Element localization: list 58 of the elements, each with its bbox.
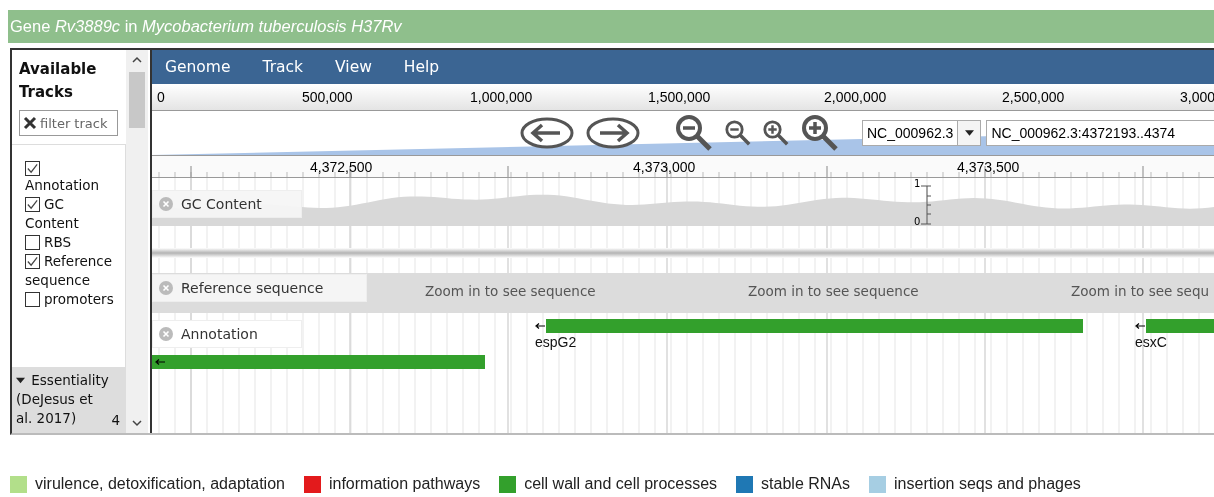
ruler-label: 1,500,000 (648, 89, 711, 105)
legend-label: cell wall and cell processes (524, 475, 718, 493)
menu-item[interactable]: Track (262, 58, 304, 76)
zoom-in-icon[interactable] (800, 113, 840, 153)
legend-label: virulence, detoxification, adaptation (35, 475, 285, 493)
track-label[interactable]: RBS (25, 233, 117, 252)
collapse-icon (16, 376, 25, 385)
track-label[interactable]: GC Content (25, 195, 117, 233)
ruler-label: 4,372,500 (310, 159, 373, 175)
checkbox[interactable] (25, 292, 40, 307)
gene-label: espG2 (535, 334, 577, 350)
ruler-label: 1,000,000 (470, 89, 533, 105)
scroll-thumb[interactable] (129, 72, 145, 128)
gene-label: esxC (1135, 334, 1167, 350)
clear-icon[interactable] (23, 116, 37, 130)
track-label[interactable]: Annotation (152, 320, 302, 348)
sequence-message: Zoom in to see sequence (748, 283, 919, 299)
scroll-up-icon[interactable] (132, 56, 142, 64)
sequence-message: Zoom in to see sequ (1071, 283, 1210, 299)
checkbox[interactable] (25, 197, 40, 212)
track-label[interactable]: GC Content (152, 190, 302, 218)
track-label[interactable]: promoters (25, 290, 117, 309)
zoom-in-icon[interactable] (762, 119, 790, 147)
ruler-label: 3,000 (1180, 89, 1214, 105)
checkbox[interactable] (25, 254, 40, 269)
page-title: Gene Rv3889c in Mycobacterium tuberculosis H37Rv (9, 17, 402, 36)
track-label[interactable]: Reference sequence (152, 274, 367, 302)
checkbox[interactable] (25, 235, 40, 250)
category-header[interactable]: Essentiality (DeJesus et al. 2017) 4 (12, 368, 126, 433)
track-label[interactable]: Annotation (25, 159, 117, 195)
reference-dropdown[interactable]: NC_000962.3 (862, 120, 982, 146)
sequence-message: Zoom in to see sequence (425, 283, 596, 299)
legend-label: stable RNAs (761, 475, 851, 493)
scroll-down-icon[interactable] (132, 419, 142, 427)
ruler-label: 2,500,000 (1002, 89, 1065, 105)
pan-right-button[interactable] (586, 117, 640, 149)
filter-field[interactable]: filter track (19, 110, 118, 136)
legend-label: insertion seqs and phages (894, 475, 1081, 493)
track-count: 4 (111, 411, 120, 430)
axis-label: 1 (914, 178, 921, 189)
checkbox[interactable] (25, 161, 40, 176)
ruler-label: 2,000,000 (824, 89, 887, 105)
scrollbar[interactable] (126, 50, 148, 433)
menu-item[interactable]: View (335, 58, 372, 76)
pan-left-button[interactable] (520, 117, 574, 149)
zoom-out-icon[interactable] (724, 119, 752, 147)
ruler-label: 4,373,500 (957, 159, 1020, 175)
menu-item[interactable]: Help (403, 58, 440, 76)
axis-label: 0 (914, 216, 921, 227)
legend-label: information pathways (328, 475, 481, 493)
ruler-label: 4,373,000 (633, 159, 696, 175)
caret-icon (964, 130, 974, 136)
menu-item[interactable]: Genome (165, 58, 231, 76)
location-field[interactable]: NC_000962.3:4372193..4374 (986, 120, 1214, 146)
ruler-label: 0 (157, 89, 165, 105)
sidebar-heading: Available Tracks (18, 59, 98, 103)
zoom-out-icon[interactable] (674, 113, 714, 153)
ruler-label: 500,000 (302, 89, 353, 105)
